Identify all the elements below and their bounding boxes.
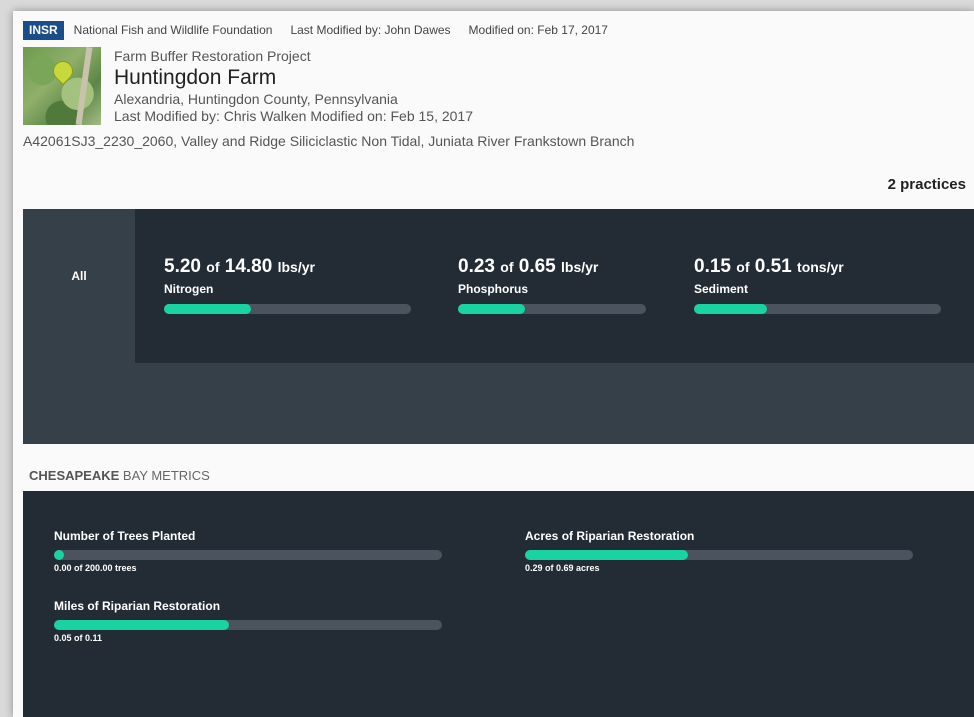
phosphorus-label: Phosphorus	[458, 282, 529, 296]
trees-planted-metric: Number of Trees Planted 0.00 of 200.00 t…	[54, 528, 442, 573]
map-pin-icon	[48, 56, 78, 86]
header-bar: INSR National Fish and Wildlife Foundati…	[23, 20, 626, 40]
riparian-miles-detail: 0.05 of 0.11	[54, 633, 103, 643]
sediment-label: Sediment	[694, 282, 749, 296]
trees-planted-detail: 0.00 of 200.00 trees	[54, 563, 137, 573]
load-reduction-summary: All 5.20 of 14.80 lbs/yr Nitrogen 0.23 o…	[23, 209, 974, 363]
sediment-value: 0.15 of 0.51 tons/yr	[694, 256, 844, 277]
project-type: Farm Buffer Restoration Project	[114, 48, 311, 64]
riparian-acres-detail: 0.29 of 0.69 acres	[525, 563, 600, 573]
riparian-acres-label: Acres of Riparian Restoration	[525, 529, 695, 543]
load-reduction-panel: All 5.20 of 14.80 lbs/yr Nitrogen 0.23 o…	[23, 209, 974, 444]
riparian-acres-progress-fill	[525, 550, 688, 560]
chesapeake-metrics-panel: Number of Trees Planted 0.00 of 200.00 t…	[23, 491, 974, 717]
chesapeake-heading: CHESAPEAKE BAY METRICS	[29, 468, 210, 483]
tab-all[interactable]: All	[23, 209, 135, 363]
project-modified: Last Modified by: Chris Walken Modified …	[114, 108, 474, 124]
watershed-codes: A42061SJ3_2230_2060, Valley and Ridge Si…	[23, 133, 635, 149]
sediment-progress-fill	[694, 304, 767, 314]
trees-planted-label: Number of Trees Planted	[54, 529, 196, 543]
nitrogen-metric: 5.20 of 14.80 lbs/yr Nitrogen	[164, 254, 411, 314]
project-info: Farm Buffer Restoration Project Huntingd…	[114, 47, 473, 125]
trees-planted-progress-bar	[54, 550, 442, 560]
riparian-acres-metric: Acres of Riparian Restoration 0.29 of 0.…	[525, 528, 913, 573]
phosphorus-progress-fill	[458, 304, 525, 314]
last-modified-by: Last Modified by: John Dawes	[290, 23, 451, 37]
riparian-miles-metric: Miles of Riparian Restoration 0.05 of 0.…	[54, 598, 442, 643]
nitrogen-value: 5.20 of 14.80 lbs/yr	[164, 256, 315, 277]
organization-name[interactable]: National Fish and Wildlife Foundation	[74, 23, 273, 37]
riparian-acres-progress-bar	[525, 550, 913, 560]
modified-on: Modified on: Feb 17, 2017	[468, 23, 608, 37]
phosphorus-progress-bar	[458, 304, 646, 314]
trees-planted-progress-fill	[54, 550, 64, 560]
road	[75, 47, 93, 125]
riparian-miles-progress-bar	[54, 620, 442, 630]
nitrogen-progress-bar	[164, 304, 411, 314]
practices-count[interactable]: 2 practices	[888, 176, 966, 193]
nitrogen-progress-fill	[164, 304, 251, 314]
nitrogen-label: Nitrogen	[164, 282, 214, 296]
project-card: INSR National Fish and Wildlife Foundati…	[13, 11, 974, 717]
riparian-miles-progress-fill	[54, 620, 229, 630]
project-title: Huntingdon Farm	[114, 66, 277, 89]
site-map-thumbnail[interactable]	[23, 47, 101, 125]
phosphorus-value: 0.23 of 0.65 lbs/yr	[458, 256, 599, 277]
sediment-progress-bar	[694, 304, 941, 314]
sediment-metric: 0.15 of 0.51 tons/yr Sediment	[694, 254, 941, 314]
phosphorus-metric: 0.23 of 0.65 lbs/yr Phosphorus	[458, 254, 646, 314]
program-badge[interactable]: INSR	[23, 20, 64, 40]
riparian-miles-label: Miles of Riparian Restoration	[54, 599, 221, 613]
project-location: Alexandria, Huntingdon County, Pennsylva…	[114, 91, 398, 107]
